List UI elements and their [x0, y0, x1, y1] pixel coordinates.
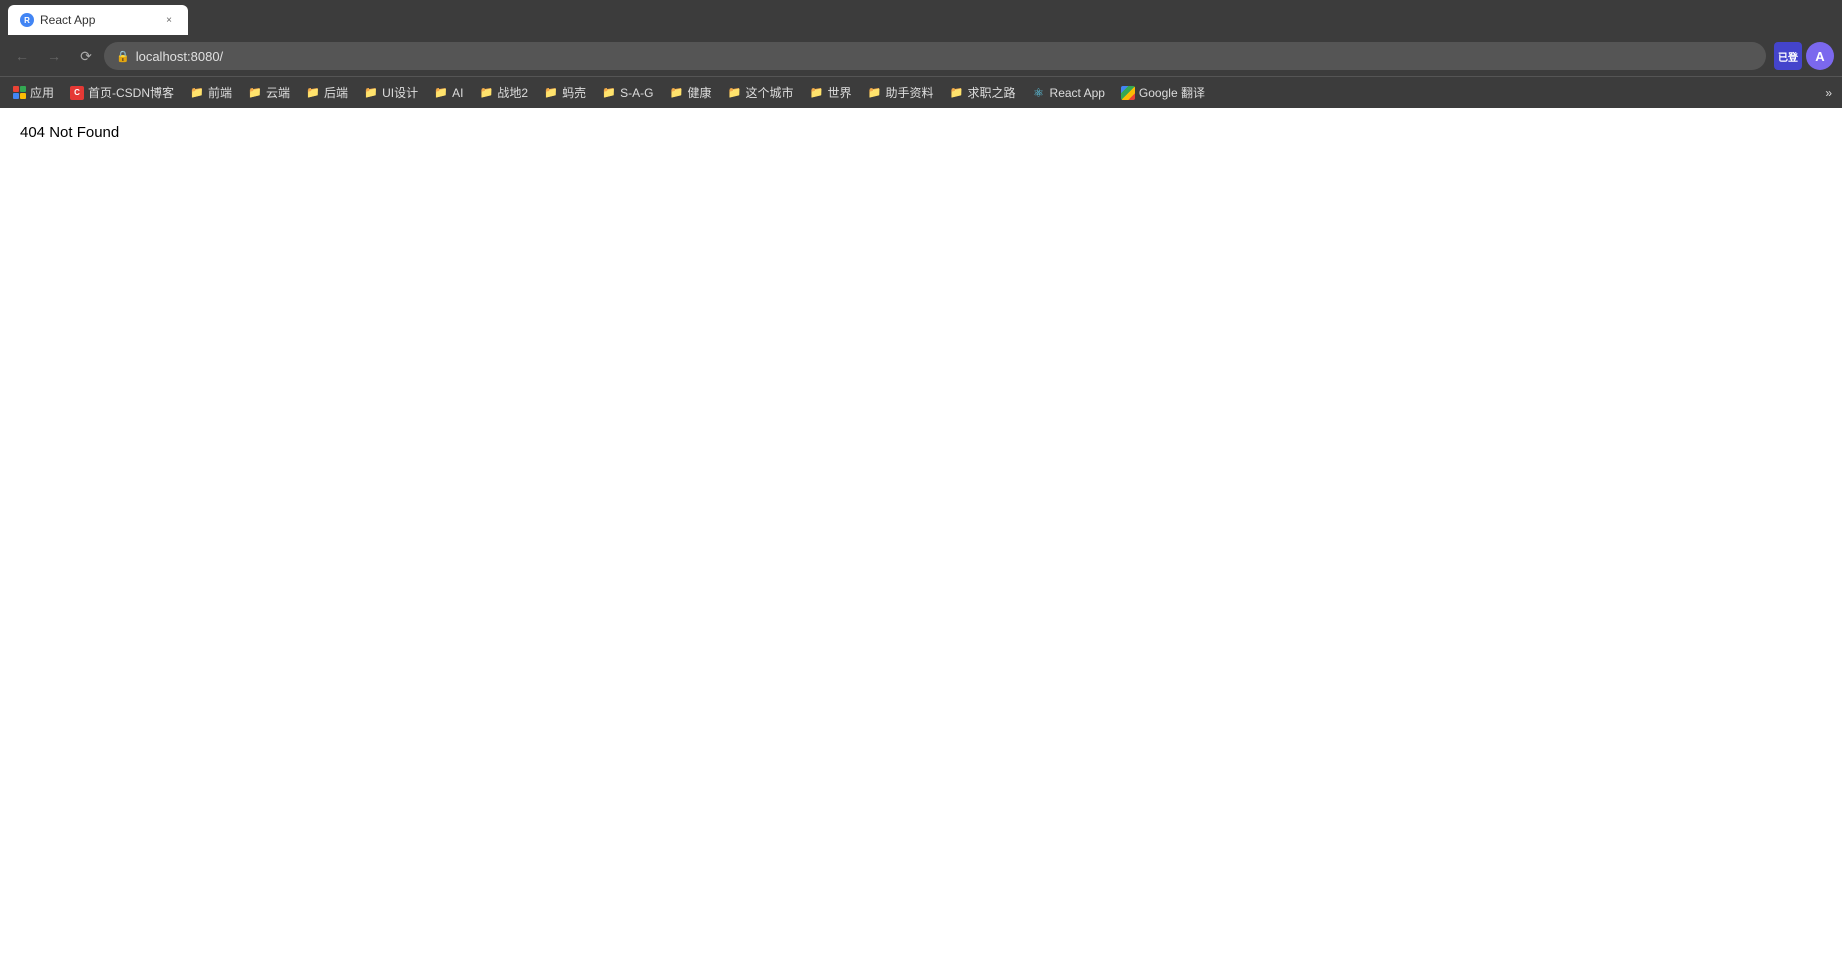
- tab-close-button[interactable]: ×: [162, 13, 176, 27]
- bookmark-jiankang[interactable]: 📁 健康: [661, 81, 719, 104]
- bookmark-csdn-label: 首页-CSDN博客: [88, 84, 174, 101]
- folder-icon: 📁: [364, 86, 378, 100]
- folder-icon: 📁: [434, 86, 448, 100]
- sync-button[interactable]: 已登: [1774, 42, 1802, 70]
- bookmark-shijie[interactable]: 📁 世界: [802, 81, 860, 104]
- reload-button[interactable]: ⟳: [72, 42, 100, 70]
- back-button[interactable]: ←: [8, 42, 36, 70]
- google-translate-icon: [1121, 86, 1135, 100]
- bookmark-zhandi2-label: 战地2: [497, 84, 528, 101]
- nav-right: 已登 A: [1774, 42, 1834, 70]
- bookmarks-more-button[interactable]: »: [1819, 83, 1838, 103]
- bookmark-houduan-label: 后端: [324, 84, 348, 101]
- nav-bar: ← → ⟳ 🔒 localhost:8080/ 已登 A: [0, 36, 1842, 76]
- folder-icon: 📁: [669, 86, 683, 100]
- bookmark-qiuzhi-zhilu-label: 求职之路: [968, 84, 1016, 101]
- bookmark-maishou-label: 蚂売: [562, 84, 586, 101]
- bookmark-qiuzhi-zhilu[interactable]: 📁 求职之路: [942, 81, 1024, 104]
- bookmark-react-app-label: React App: [1050, 86, 1105, 100]
- url-text: localhost:8080/: [136, 49, 1754, 64]
- folder-icon: 📁: [602, 86, 616, 100]
- folder-icon: 📁: [479, 86, 493, 100]
- bookmark-sag-label: S-A-G: [620, 86, 653, 100]
- bookmark-ai-label: AI: [452, 86, 463, 100]
- bookmark-uisheji[interactable]: 📁 UI设计: [356, 81, 426, 104]
- tab-bar: R React App ×: [0, 0, 1842, 36]
- bookmark-csdn[interactable]: C 首页-CSDN博客: [62, 81, 182, 104]
- apps-icon: [12, 86, 26, 100]
- bookmark-houduan[interactable]: 📁 后端: [298, 81, 356, 104]
- folder-icon: 📁: [544, 86, 558, 100]
- bookmark-zhushou-ziliao[interactable]: 📁 助手资料: [860, 81, 942, 104]
- avatar-button[interactable]: A: [1806, 42, 1834, 70]
- avatar-label: A: [1815, 49, 1824, 64]
- not-found-message: 404 Not Found: [20, 124, 119, 141]
- folder-icon: 📁: [727, 86, 741, 100]
- lock-icon: 🔒: [116, 50, 130, 63]
- bookmark-zhandi2[interactable]: 📁 战地2: [471, 81, 536, 104]
- sync-label: 已登: [1778, 49, 1798, 64]
- bookmark-zhege-chengshi-label: 这个城市: [745, 84, 793, 101]
- react-icon: ⚛: [1032, 86, 1046, 100]
- folder-icon: 📁: [306, 86, 320, 100]
- bookmark-qianduan[interactable]: 📁 前端: [182, 81, 240, 104]
- bookmark-qianduan-label: 前端: [208, 84, 232, 101]
- bookmark-maishou[interactable]: 📁 蚂売: [536, 81, 594, 104]
- active-tab[interactable]: R React App ×: [8, 5, 188, 35]
- bookmarks-bar: 应用 C 首页-CSDN博客 📁 前端 📁 云端 📁 后端 📁 UI设计 📁 A…: [0, 76, 1842, 108]
- bookmark-shijie-label: 世界: [828, 84, 852, 101]
- bookmark-google-translate-label: Google 翻译: [1139, 84, 1205, 101]
- bookmark-react-app[interactable]: ⚛ React App: [1024, 83, 1113, 103]
- bookmark-jiankang-label: 健康: [687, 84, 711, 101]
- bookmark-google-translate[interactable]: Google 翻译: [1113, 81, 1213, 104]
- bookmark-yunuan-label: 云端: [266, 84, 290, 101]
- bookmark-sag[interactable]: 📁 S-A-G: [594, 83, 661, 103]
- folder-icon: 📁: [248, 86, 262, 100]
- csdn-icon: C: [70, 86, 84, 100]
- bookmark-ai[interactable]: 📁 AI: [426, 83, 471, 103]
- bookmark-apps-label: 应用: [30, 84, 54, 101]
- folder-icon: 📁: [950, 86, 964, 100]
- forward-button[interactable]: →: [40, 42, 68, 70]
- tab-title: React App: [40, 13, 156, 27]
- bookmark-uisheji-label: UI设计: [382, 84, 418, 101]
- browser-chrome: R React App × ← → ⟳ 🔒 localhost:8080/ 已登…: [0, 0, 1842, 108]
- bookmark-apps[interactable]: 应用: [4, 81, 62, 104]
- bookmark-zhushou-ziliao-label: 助手资料: [886, 84, 934, 101]
- folder-icon: 📁: [190, 86, 204, 100]
- folder-icon: 📁: [868, 86, 882, 100]
- folder-icon: 📁: [810, 86, 824, 100]
- bookmark-zhege-chengshi[interactable]: 📁 这个城市: [719, 81, 801, 104]
- page-content: 404 Not Found: [0, 108, 1842, 974]
- bookmark-yunuan[interactable]: 📁 云端: [240, 81, 298, 104]
- tab-favicon: R: [20, 13, 34, 27]
- address-bar[interactable]: 🔒 localhost:8080/: [104, 42, 1766, 70]
